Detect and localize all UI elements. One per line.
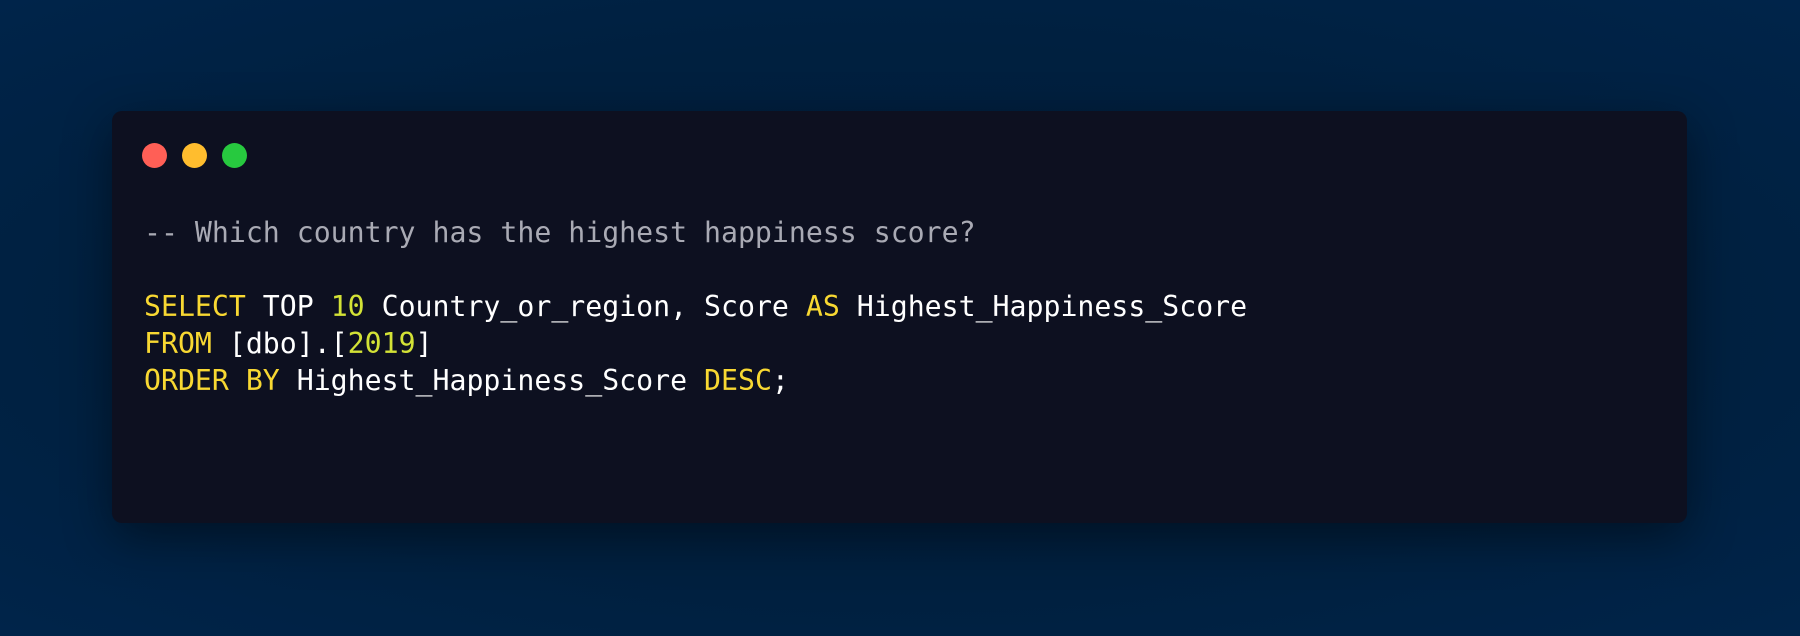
- keyword-as: AS: [805, 290, 840, 323]
- code-line-order-by: ORDER BY Highest_Happiness_Score DESC;: [144, 362, 1247, 399]
- statement-terminator: ;: [771, 364, 789, 397]
- keyword-from: FROM: [144, 327, 212, 360]
- keyword-desc: DESC: [704, 364, 772, 397]
- keyword-order-by: ORDER BY: [144, 364, 280, 397]
- keyword-select: SELECT: [144, 290, 246, 323]
- code-line-select: SELECT TOP 10 Country_or_region, Score A…: [144, 288, 1247, 325]
- number-10: 10: [330, 290, 365, 323]
- code-block: -- Which country has the highest happine…: [144, 214, 1247, 399]
- keyword-top: TOP: [245, 290, 331, 323]
- select-columns: Country_or_region, Score: [364, 290, 806, 323]
- maximize-dot-icon[interactable]: [222, 143, 247, 168]
- number-2019: 2019: [347, 327, 416, 360]
- window-controls: [142, 143, 247, 168]
- table-schema: [dbo].[: [211, 327, 348, 360]
- code-line-comment: -- Which country has the highest happine…: [144, 214, 1247, 251]
- sql-comment: -- Which country has the highest happine…: [144, 216, 976, 249]
- order-column: Highest_Happiness_Score: [279, 364, 705, 397]
- code-line-from: FROM [dbo].[2019]: [144, 325, 1247, 362]
- close-dot-icon[interactable]: [142, 143, 167, 168]
- minimize-dot-icon[interactable]: [182, 143, 207, 168]
- column-alias: Highest_Happiness_Score: [839, 290, 1248, 323]
- code-window: -- Which country has the highest happine…: [112, 111, 1687, 523]
- table-bracket-close: ]: [415, 327, 433, 360]
